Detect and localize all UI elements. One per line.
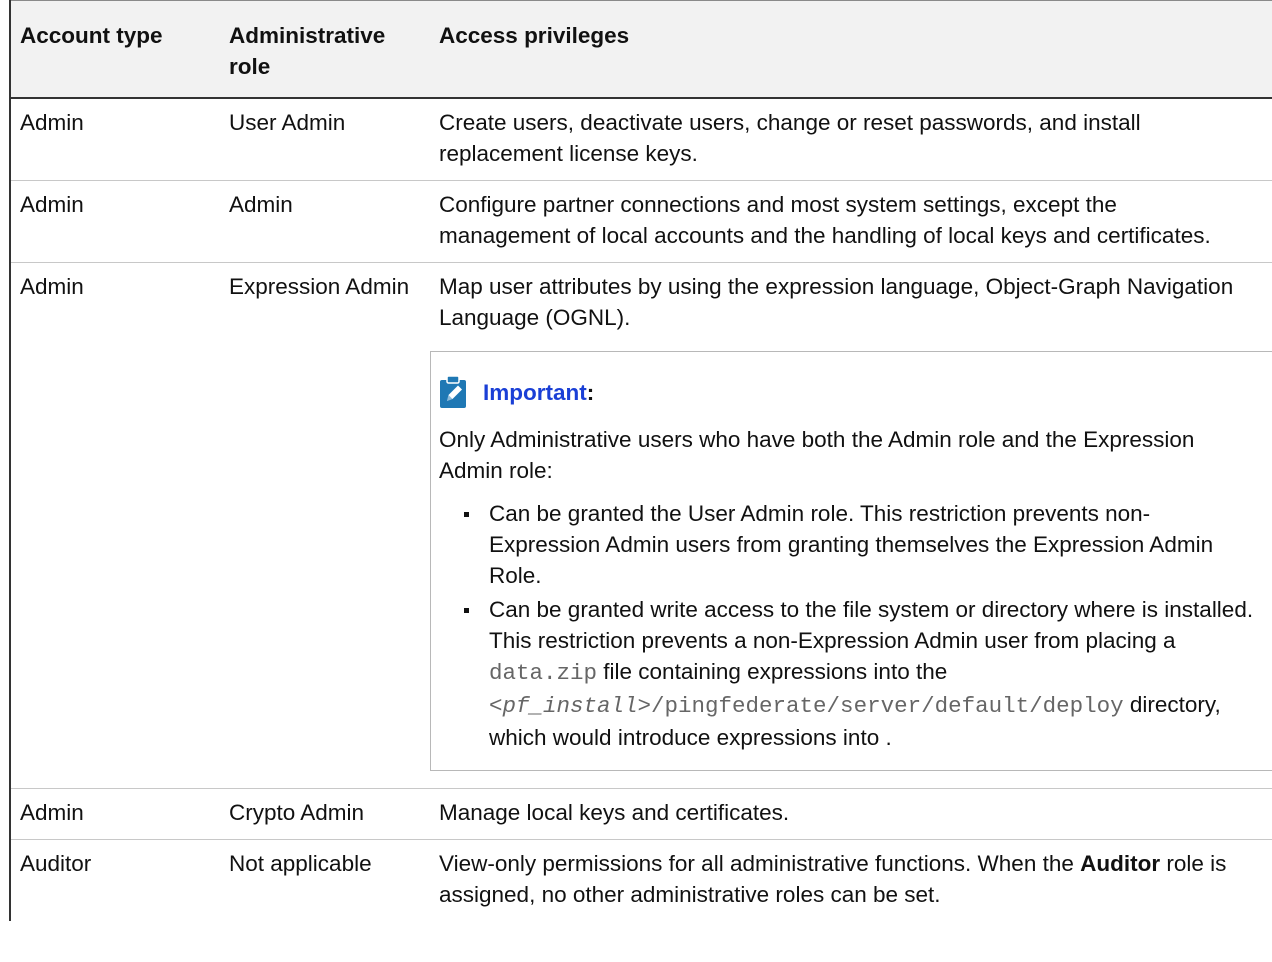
list-item: Can be granted the User Admin role. This… (464, 498, 1257, 591)
account-type-cell: Auditor (9, 839, 220, 921)
role-cell: Admin (220, 180, 430, 263)
bullet-text: Can be granted write access to the file … (489, 597, 1254, 653)
privileges-cell: View-only permissions for all administra… (430, 840, 1272, 922)
privileges-text: Map user attributes by using the express… (439, 274, 1234, 330)
note-title[interactable]: Important (483, 377, 587, 408)
list-item: Can be granted write access to the file … (464, 594, 1257, 753)
role-cell: Expression Admin (220, 262, 430, 789)
role-cell: Crypto Admin (220, 788, 430, 840)
header-administrative-role: Administrative role (220, 0, 430, 99)
privileges-cell: Map user attributes by using the express… (430, 262, 1272, 789)
header-row: Account type Administrative role Access … (9, 0, 1272, 99)
table-row: Admin Admin Configure partner connection… (9, 180, 1272, 263)
privileges-cell: Create users, deactivate users, change o… (430, 98, 1272, 181)
note-title-colon: : (586, 379, 595, 405)
privileges-cell: Configure partner connections and most s… (430, 180, 1272, 263)
account-type-cell: Admin (9, 180, 220, 263)
document-page: Account type Administrative role Access … (0, 0, 1272, 962)
access-privileges-table: Account type Administrative role Access … (9, 0, 1272, 921)
table-row: Auditor Not applicable View-only permiss… (9, 839, 1272, 922)
note-header: Important: (439, 372, 1257, 412)
role-cell: Not applicable (229, 851, 372, 876)
code-deploy-path: /pingfederate/server/default/deploy (651, 693, 1124, 719)
table-row: Admin Crypto Admin Manage local keys and… (9, 788, 1272, 840)
table-header: Account type Administrative role Access … (9, 0, 1272, 99)
code-data-zip: data.zip (489, 660, 598, 686)
note-intro: Only Administrative users who have both … (439, 427, 1195, 483)
privileges-cell: Manage local keys and certificates. (430, 788, 1272, 840)
header-account-type: Account type (9, 0, 220, 99)
important-note: Important: Only Administrative users who… (430, 351, 1272, 771)
note-bullet-list: Can be granted the User Admin role. This… (439, 498, 1257, 753)
account-type-cell: Admin (9, 788, 220, 840)
pencil-note-icon (440, 375, 466, 408)
account-type-cell: Admin (9, 262, 220, 789)
header-access-privileges: Access privileges (430, 0, 1272, 99)
role-cell: User Admin (220, 98, 430, 181)
privileges-text: View-only permissions for all administra… (439, 851, 1081, 876)
code-install-variable: <pf_install> (489, 693, 652, 719)
auditor-bold-text: Auditor (1080, 851, 1161, 876)
table-row: Admin User Admin Create users, deactivat… (9, 98, 1272, 181)
account-type-cell: Admin (9, 98, 220, 181)
table-row: Admin Expression Admin Map user attribut… (9, 262, 1272, 789)
bullet-text: file containing expressions into the (597, 659, 948, 684)
